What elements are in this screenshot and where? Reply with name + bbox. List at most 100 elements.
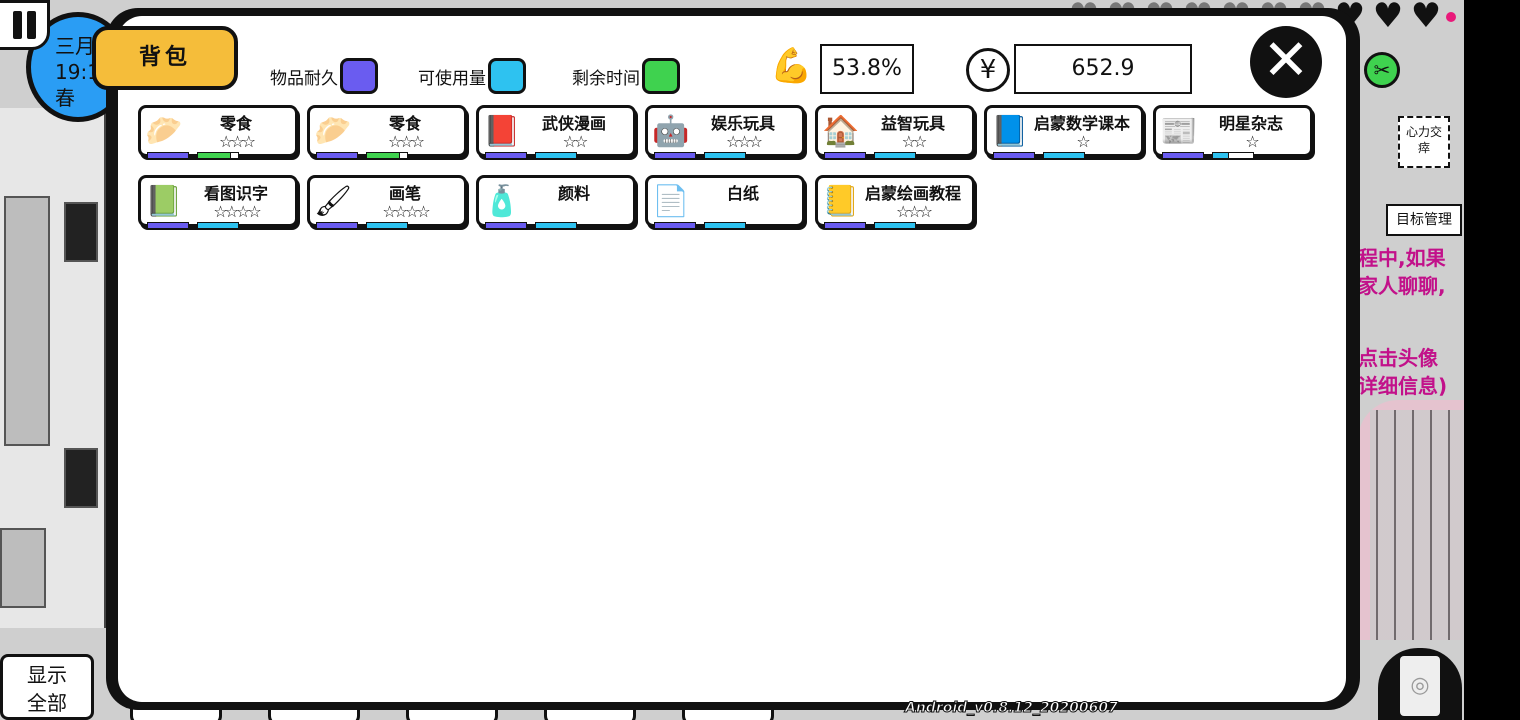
item-bar-dur xyxy=(316,222,358,229)
bag-item-card[interactable]: 📕 武侠漫画 ☆☆ xyxy=(476,105,636,159)
item-bar-use xyxy=(1043,152,1085,159)
item-bar-dur xyxy=(993,152,1035,159)
item-bar-use xyxy=(874,222,916,229)
item-bar-dur xyxy=(316,152,358,159)
item-stars: ☆☆☆☆ xyxy=(382,202,430,221)
item-name: 颜料 xyxy=(557,184,590,203)
item-bar-use xyxy=(197,222,239,229)
bag-item-card[interactable]: 🥟 零食 ☆☆☆ xyxy=(307,105,467,159)
item-stars: ☆☆ xyxy=(901,132,928,151)
item-bar-dur xyxy=(824,222,866,229)
item-bar-time xyxy=(197,152,231,159)
legend-time-left: 剩余时间 xyxy=(572,58,680,94)
item-bar-use xyxy=(535,222,577,229)
show-all-button[interactable]: 显示 全部 xyxy=(0,654,94,720)
robot-toy-icon: 🤖 xyxy=(652,114,690,149)
story-line: 点击头像 xyxy=(1358,346,1438,370)
item-name: 明星杂志 xyxy=(1218,114,1283,133)
item-name: 看图识字 xyxy=(203,184,268,203)
item-name: 启蒙数学课本 xyxy=(1033,114,1130,133)
item-bar-dur xyxy=(485,152,527,159)
bag-item-card[interactable]: 🥟 零食 ☆☆☆ xyxy=(138,105,298,159)
pause-icon[interactable] xyxy=(0,0,50,50)
heart-icon: ♥ xyxy=(1410,0,1442,36)
paint-tube-icon: 🧴 xyxy=(483,184,521,219)
story-line: 详细信息) xyxy=(1358,374,1448,398)
window-shutter xyxy=(4,196,50,446)
item-name: 娱乐玩具 xyxy=(710,114,775,133)
close-icon[interactable]: ✕ xyxy=(1250,26,1322,98)
item-bar-use xyxy=(1212,152,1229,159)
legend-label: 物品耐久 xyxy=(270,68,338,89)
legend-swatch xyxy=(642,58,680,94)
goal-manage-button[interactable]: 目标管理 xyxy=(1386,204,1462,236)
item-bar-dur xyxy=(654,152,696,159)
bag-item-card[interactable]: 📘 启蒙数学课本 ☆ xyxy=(984,105,1144,159)
snack-bag-icon: 🥟 xyxy=(145,114,183,149)
bag-item-card[interactable]: 🤖 娱乐玩具 ☆☆☆ xyxy=(645,105,805,159)
item-stars: ☆ xyxy=(1076,132,1090,151)
magazine-icon: 📰 xyxy=(1160,114,1198,149)
wall-frame xyxy=(64,448,98,508)
bag-item-card[interactable]: 📗 看图识字 ☆☆☆☆ xyxy=(138,175,298,229)
item-name: 白纸 xyxy=(726,184,759,203)
story-line: 程中,如果 xyxy=(1358,246,1446,270)
item-name: 益智玩具 xyxy=(880,114,945,133)
bag-item-card[interactable]: 🧴 颜料 xyxy=(476,175,636,229)
item-name: 零食 xyxy=(388,114,421,133)
legend-swatch xyxy=(488,58,526,94)
item-name: 零食 xyxy=(219,114,252,133)
bag-item-card[interactable]: 🖌 画笔 ☆☆☆☆ xyxy=(307,175,467,229)
item-bar-time xyxy=(366,152,400,159)
drawing-book-icon: 📒 xyxy=(822,184,860,219)
item-stars: ☆☆☆ xyxy=(895,202,933,221)
item-bar-dur xyxy=(1162,152,1204,159)
item-stars: ☆ xyxy=(1245,132,1259,151)
wall-frame xyxy=(64,202,98,262)
legend-swatch xyxy=(340,58,378,94)
item-stars: ☆☆☆☆ xyxy=(213,202,261,221)
bag-item-card[interactable]: 🏠 益智玩具 ☆☆ xyxy=(815,105,975,159)
item-name: 画笔 xyxy=(388,184,421,203)
heart-exchange-button[interactable]: 心力交 瘁 xyxy=(1398,116,1450,168)
item-stars: ☆☆☆ xyxy=(725,132,763,151)
item-bar-dur xyxy=(147,222,189,229)
item-name: 启蒙绘画教程 xyxy=(864,184,961,203)
money-value: 652.9 xyxy=(1014,44,1192,94)
bag-item-card[interactable]: 📄 白纸 xyxy=(645,175,805,229)
item-bar-use xyxy=(704,152,746,159)
heart-icon: ♥ xyxy=(1372,0,1404,36)
heart-exchange-label: 心力交 瘁 xyxy=(1405,125,1442,155)
item-bar-dur xyxy=(654,222,696,229)
bag-item-card[interactable]: 📰 明星杂志 ☆ xyxy=(1153,105,1313,159)
leaf-icon[interactable]: ✂ xyxy=(1364,52,1400,88)
heart-end-dot xyxy=(1446,12,1456,22)
bag-item-card[interactable]: 📒 启蒙绘画教程 ☆☆☆ xyxy=(815,175,975,229)
diary-book-icon[interactable] xyxy=(1378,648,1462,720)
item-stars: ☆☆☆ xyxy=(218,132,256,151)
bamboo-decoration xyxy=(1370,410,1464,640)
legend-durability: 物品耐久 xyxy=(270,58,378,94)
snack-bag-icon: 🥟 xyxy=(314,114,352,149)
item-name: 武侠漫画 xyxy=(541,114,606,133)
item-bar-use xyxy=(874,152,916,159)
puzzle-house-icon: 🏠 xyxy=(822,114,860,149)
story-spacer xyxy=(1358,300,1464,344)
story-text: 程中,如果 家人聊聊, 点击头像 详细信息) xyxy=(1358,244,1464,400)
bag-title-tab[interactable]: 背包 xyxy=(92,26,238,90)
item-bar-use xyxy=(366,222,408,229)
item-stars: ☆☆☆ xyxy=(387,132,425,151)
legend-label: 剩余时间 xyxy=(572,68,640,89)
item-bar-dur xyxy=(485,222,527,229)
item-bar-dur xyxy=(147,152,189,159)
left-room-wall xyxy=(0,108,106,628)
item-stars: ☆☆ xyxy=(562,132,589,151)
muscle-arm-icon: 💪 xyxy=(770,46,813,86)
story-line: 家人聊聊, xyxy=(1358,274,1446,298)
goal-manage-label: 目标管理 xyxy=(1396,212,1452,228)
math-book-icon: 📘 xyxy=(991,114,1029,149)
picture-book-icon: 📗 xyxy=(145,184,183,219)
version-label: Android_v0.8.12_20200607 xyxy=(905,700,1119,717)
item-bar-use xyxy=(704,222,746,229)
paper-sheet-icon: 📄 xyxy=(652,184,690,219)
